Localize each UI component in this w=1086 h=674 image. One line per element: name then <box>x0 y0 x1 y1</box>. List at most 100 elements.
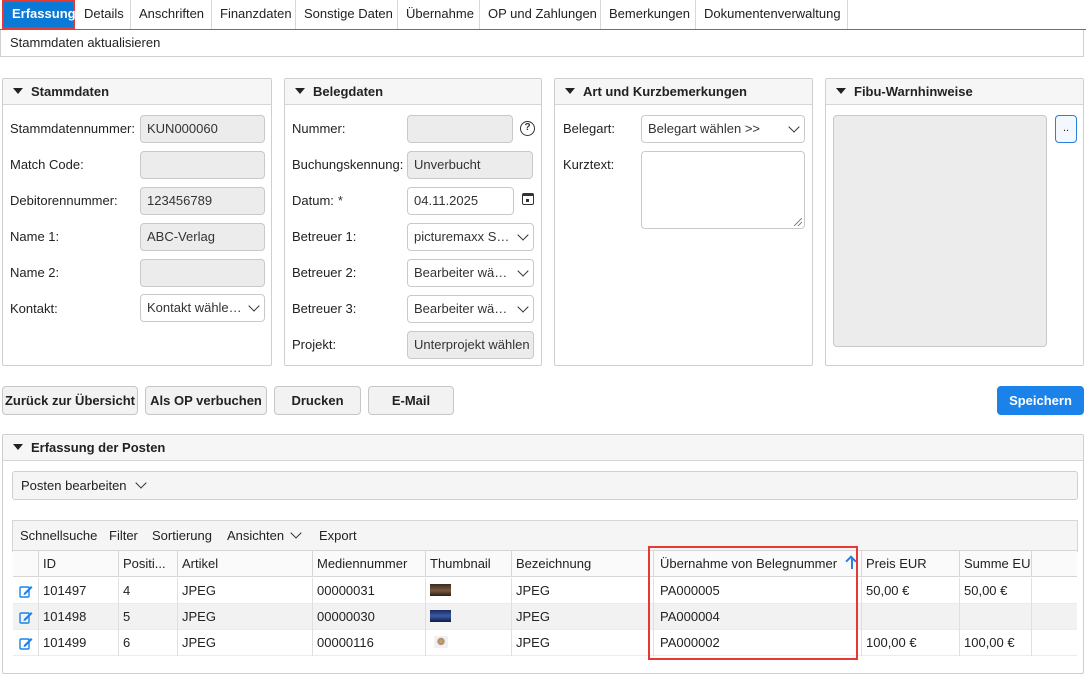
betreuer1-select[interactable]: picturemaxx Su... <box>407 223 534 251</box>
header-bezeichnung[interactable]: Bezeichnung <box>512 551 654 577</box>
art-kurzbemerkungen-header[interactable]: Art und Kurzbemerkungen <box>555 79 812 105</box>
betreuer2-label: Betreuer 2: <box>292 265 357 280</box>
tab-details[interactable]: Details <box>76 0 131 29</box>
stammdaten-panel: Stammdaten Stammdatennummer: KUN000060 M… <box>2 78 272 366</box>
header-thumbnail[interactable]: Thumbnail <box>426 551 512 577</box>
stammdatennummer-field: KUN000060 <box>140 115 265 143</box>
edit-cell[interactable] <box>13 604 39 630</box>
thumbnail-cell[interactable] <box>426 630 512 656</box>
chevron-down-icon <box>290 527 302 539</box>
thumbnail-cell[interactable] <box>426 578 512 604</box>
tab-bar: Erfassung Details Anschriften Finanzdate… <box>0 0 1086 30</box>
email-button[interactable]: E-Mail <box>368 386 454 415</box>
posten-title: Erfassung der Posten <box>31 440 166 455</box>
stammdaten-title: Stammdaten <box>31 84 110 99</box>
kontakt-select[interactable]: Kontakt wählen... <box>140 294 265 322</box>
datum-input[interactable]: 04.11.2025 <box>407 187 514 215</box>
edit-cell[interactable] <box>13 630 39 656</box>
mediennummer-cell: 00000031 <box>313 578 426 604</box>
help-icon[interactable]: ? <box>520 121 535 136</box>
quick-search-button[interactable]: Schnellsuche <box>20 521 97 550</box>
sort-button[interactable]: Sortierung <box>152 521 212 550</box>
header-artikel[interactable]: Artikel <box>178 551 313 577</box>
betreuer2-select[interactable]: Bearbeiter wäh... <box>407 259 534 287</box>
header-id[interactable]: ID <box>39 551 119 577</box>
resize-grip-icon[interactable] <box>794 218 802 226</box>
nummer-label: Nummer: <box>292 121 346 136</box>
tab-anschriften[interactable]: Anschriften <box>131 0 212 29</box>
id-cell: 101499 <box>39 630 119 656</box>
calendar-icon[interactable] <box>522 193 534 205</box>
id-cell: 101497 <box>39 578 119 604</box>
collapse-caret-icon <box>295 88 305 94</box>
back-to-overview-button[interactable]: Zurück zur Übersicht <box>2 386 138 415</box>
table-row[interactable]: 101498 5 JPEG 00000030 JPEG PA000004 <box>13 604 1077 630</box>
edit-pencil-icon[interactable] <box>19 610 33 624</box>
tab-finanzdaten[interactable]: Finanzdaten <box>212 0 296 29</box>
header-edit <box>13 551 39 577</box>
book-as-op-button[interactable]: Als OP verbuchen <box>145 386 267 415</box>
belegart-select[interactable]: Belegart wählen >> <box>641 115 805 143</box>
tab-uebernahme[interactable]: Übernahme <box>398 0 480 29</box>
tab-bemerkungen[interactable]: Bemerkungen <box>601 0 696 29</box>
belegdaten-header[interactable]: Belegdaten <box>285 79 541 105</box>
projekt-label: Projekt: <box>292 337 337 352</box>
filter-button[interactable]: Filter <box>109 521 138 550</box>
projekt-field[interactable]: Unterprojekt wählen <box>407 331 534 359</box>
betreuer3-label: Betreuer 3: <box>292 301 357 316</box>
tab-dokumentenverwaltung[interactable]: Dokumentenverwaltung <box>696 0 848 29</box>
preis-cell: 100,00 € <box>862 630 960 656</box>
grid-toolbar: Schnellsuche Filter Sortierung Ansichten… <box>12 520 1078 550</box>
nummer-field <box>407 115 513 143</box>
header-position[interactable]: Positi... <box>119 551 178 577</box>
header-uebernahme-belegnummer[interactable]: Übernahme von Belegnummer <box>654 551 862 577</box>
chevron-down-icon <box>517 301 529 313</box>
posten-header[interactable]: Erfassung der Posten <box>3 435 1083 461</box>
fibu-warnhinweise-panel: Fibu-Warnhinweise .. <box>825 78 1084 366</box>
kontakt-label: Kontakt: <box>10 301 58 316</box>
kurztext-textarea[interactable] <box>641 151 805 229</box>
thumbnail-image[interactable] <box>430 610 451 622</box>
edit-pencil-icon[interactable] <box>19 636 33 650</box>
export-button[interactable]: Export <box>319 521 357 550</box>
mediennummer-cell: 00000116 <box>313 630 426 656</box>
buchungskennung-field: Unverbucht <box>407 151 533 179</box>
sort-ascending-icon <box>851 558 853 569</box>
tab-op-und-zahlungen[interactable]: OP und Zahlungen <box>480 0 601 29</box>
buchungskennung-label: Buchungskennung: <box>292 157 404 172</box>
match-code-field <box>140 151 265 179</box>
fibu-warnhinweise-header[interactable]: Fibu-Warnhinweise <box>826 79 1083 105</box>
edit-cell[interactable] <box>13 578 39 604</box>
stammdaten-header[interactable]: Stammdaten <box>3 79 271 105</box>
table-row[interactable]: 101497 4 JPEG 00000031 JPEG PA000005 50,… <box>13 578 1077 604</box>
save-button[interactable]: Speichern <box>997 386 1084 415</box>
bezeichnung-cell: JPEG <box>512 604 654 630</box>
header-mediennummer[interactable]: Mediennummer <box>313 551 426 577</box>
required-marker: * <box>337 193 343 208</box>
debitorennummer-field: 123456789 <box>140 187 265 215</box>
thumbnail-image[interactable] <box>434 636 448 648</box>
tab-erfassung[interactable]: Erfassung <box>2 0 76 29</box>
fibu-more-button[interactable]: .. <box>1055 115 1077 143</box>
print-button[interactable]: Drucken <box>274 386 361 415</box>
posten-bearbeiten-label: Posten bearbeiten <box>21 478 127 493</box>
bezeichnung-cell: JPEG <box>512 630 654 656</box>
edit-pencil-icon[interactable] <box>19 584 33 598</box>
stammdaten-aktualisieren-link[interactable]: Stammdaten aktualisieren <box>0 30 1084 57</box>
summe-cell <box>960 604 1032 630</box>
tab-sonstige-daten[interactable]: Sonstige Daten <box>296 0 398 29</box>
thumbnail-image[interactable] <box>430 584 451 596</box>
belegdaten-panel: Belegdaten Nummer: ? Buchungskennung: Un… <box>284 78 542 366</box>
header-summe[interactable]: Summe EUR <box>960 551 1032 577</box>
table-row[interactable]: 101499 6 JPEG 00000116 JPEG PA000002 100… <box>13 630 1077 656</box>
views-button[interactable]: Ansichten <box>227 521 284 550</box>
betreuer3-select[interactable]: Bearbeiter wäh... <box>407 295 534 323</box>
header-preis[interactable]: Preis EUR <box>862 551 960 577</box>
thumbnail-cell[interactable] <box>426 604 512 630</box>
name1-label: Name 1: <box>10 229 60 244</box>
posten-bearbeiten-dropdown[interactable]: Posten bearbeiten <box>12 471 1078 500</box>
chevron-down-icon <box>788 121 800 133</box>
chevron-down-icon <box>517 229 529 241</box>
artikel-cell: JPEG <box>178 604 313 630</box>
match-code-label: Match Code: <box>10 157 84 172</box>
